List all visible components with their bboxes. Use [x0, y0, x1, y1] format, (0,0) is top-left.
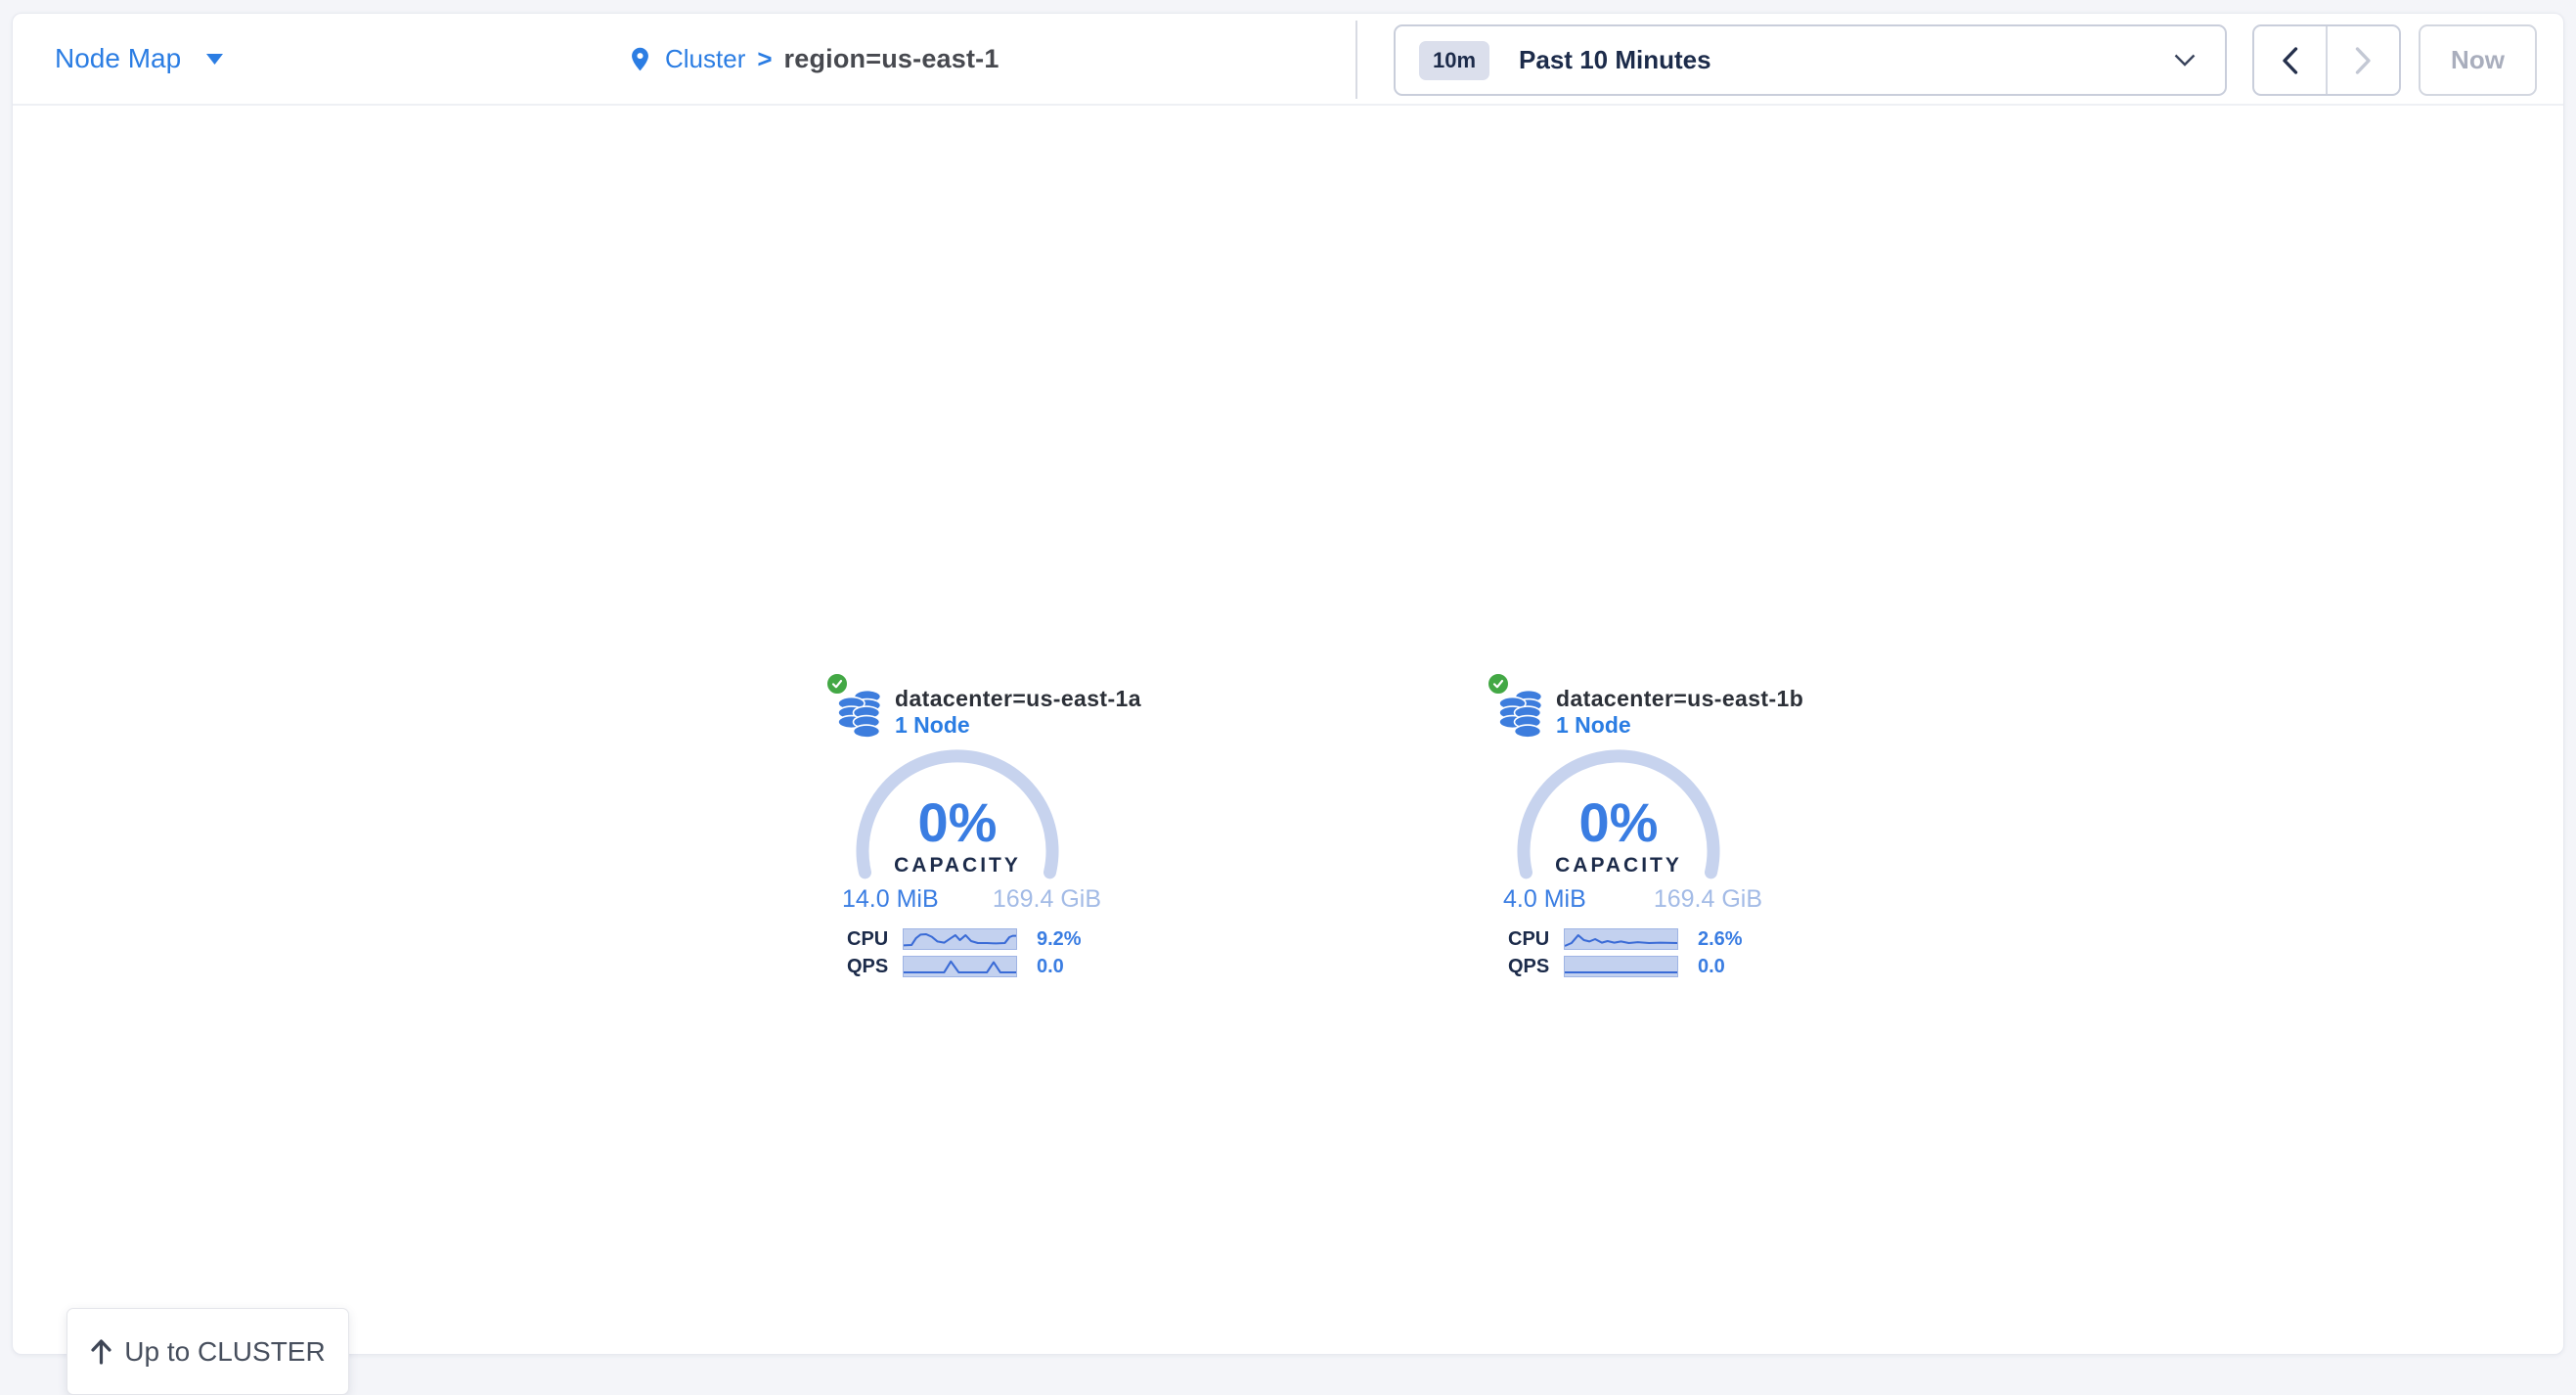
cpu-value: 9.2% [1037, 928, 1082, 951]
cpu-row: CPU 9.2% [847, 928, 1140, 950]
cpu-value: 2.6% [1698, 928, 1743, 951]
breadcrumb-cluster-link[interactable]: Cluster [665, 44, 745, 74]
arrow-up-icon [90, 1338, 112, 1365]
qps-label: QPS [1508, 956, 1564, 978]
capacity-values-row: 14.0 MiB 169.4 GiB [842, 885, 1101, 914]
time-range-label: Past 10 Minutes [1519, 45, 1711, 75]
capacity-label: CAPACITY [1484, 854, 1754, 878]
health-check-icon [825, 672, 849, 696]
qps-value: 0.0 [1037, 956, 1064, 978]
capacity-used: 14.0 MiB [842, 885, 939, 914]
locality-node-count: 1 Node [895, 712, 970, 739]
locality-title: datacenter=us-east-1a [895, 686, 1141, 712]
database-stack-icon [837, 688, 884, 739]
breadcrumb-current: region=us-east-1 [784, 44, 999, 74]
header: Node Map Cluster > region=us-east-1 10m … [13, 14, 2563, 106]
locality-card[interactable]: datacenter=us-east-1b 1 Node 0% CAPACITY… [1484, 670, 1816, 998]
qps-value: 0.0 [1698, 956, 1725, 978]
chevron-right-icon [2355, 47, 2372, 74]
up-to-cluster-label: Up to CLUSTER [124, 1336, 325, 1368]
capacity-percent: 0% [1484, 790, 1754, 854]
qps-label: QPS [847, 956, 903, 978]
chevron-down-icon [2174, 54, 2196, 67]
capacity-values-row: 4.0 MiB 169.4 GiB [1503, 885, 1762, 914]
locality-title: datacenter=us-east-1b [1556, 686, 1803, 712]
chevron-left-icon [2282, 47, 2298, 74]
header-divider [1355, 21, 1357, 99]
time-prev-button[interactable] [2254, 26, 2328, 94]
locality-card[interactable]: datacenter=us-east-1a 1 Node 0% CAPACITY… [822, 670, 1155, 998]
capacity-total: 169.4 GiB [993, 885, 1101, 914]
cpu-label: CPU [1508, 928, 1564, 951]
map-canvas: datacenter=us-east-1a 1 Node 0% CAPACITY… [13, 108, 2563, 1356]
caret-down-icon [206, 54, 223, 65]
cpu-row: CPU 2.6% [1508, 928, 1801, 950]
time-range-badge: 10m [1419, 41, 1489, 80]
qps-row: QPS 0.0 [1508, 956, 1801, 977]
capacity-total: 169.4 GiB [1654, 885, 1762, 914]
qps-sparkline [1564, 956, 1678, 977]
database-stack-icon [1498, 688, 1545, 739]
now-button[interactable]: Now [2419, 24, 2537, 96]
view-selector-dropdown[interactable]: Node Map [55, 14, 223, 104]
qps-row: QPS 0.0 [847, 956, 1140, 977]
cpu-sparkline [1564, 928, 1678, 950]
view-selector-label: Node Map [55, 43, 181, 74]
up-to-cluster-button[interactable]: Up to CLUSTER [67, 1308, 349, 1395]
locality-node-count: 1 Node [1556, 712, 1631, 739]
cpu-sparkline [903, 928, 1017, 950]
capacity-used: 4.0 MiB [1503, 885, 1586, 914]
qps-sparkline [903, 956, 1017, 977]
time-next-button[interactable] [2328, 26, 2399, 94]
breadcrumb-separator: > [757, 44, 772, 74]
time-nav-group [2252, 24, 2401, 96]
breadcrumb: Cluster > region=us-east-1 [627, 14, 999, 104]
health-check-icon [1487, 672, 1510, 696]
cpu-label: CPU [847, 928, 903, 951]
capacity-percent: 0% [822, 790, 1092, 854]
node-map-panel: Node Map Cluster > region=us-east-1 10m … [12, 13, 2564, 1355]
time-range-dropdown[interactable]: 10m Past 10 Minutes [1394, 24, 2227, 96]
location-pin-icon [627, 43, 653, 75]
capacity-label: CAPACITY [822, 854, 1092, 878]
